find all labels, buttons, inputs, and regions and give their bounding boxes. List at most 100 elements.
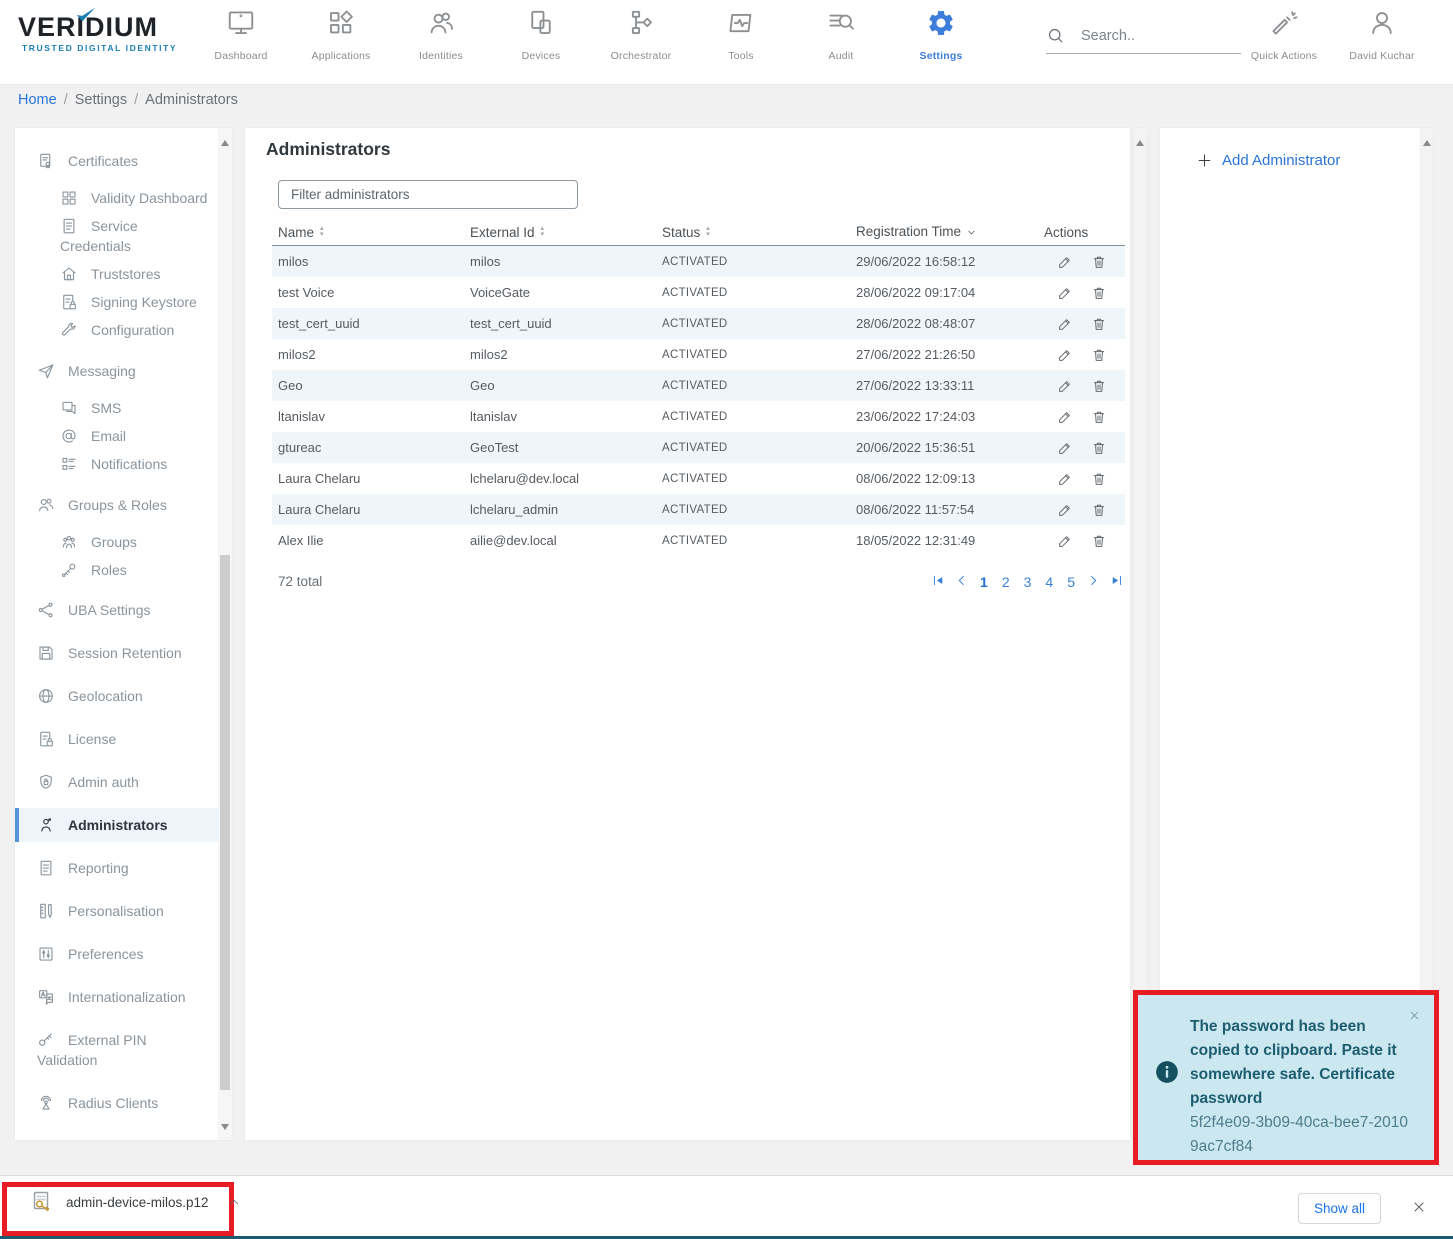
sidebar-item-session-retention[interactable]: Session Retention — [15, 636, 218, 670]
sidebar-item-radius-clients[interactable]: Radius Clients — [15, 1086, 218, 1120]
toast-close-icon[interactable] — [1408, 1009, 1421, 1022]
monitor-icon — [226, 8, 256, 38]
quick-actions-button[interactable]: Quick Actions — [1241, 8, 1327, 62]
downloaded-file-chip[interactable]: admin-device-milos.p12 — [30, 1190, 241, 1214]
breadcrumb-item-home[interactable]: Home — [18, 92, 57, 108]
row-actions — [1044, 378, 1125, 394]
sidebar-item-groups-roles[interactable]: Groups & Roles — [15, 488, 218, 522]
sidebar-scrollbar[interactable] — [218, 128, 232, 1140]
delete-button[interactable] — [1091, 285, 1107, 301]
column-header-registration-time[interactable]: Registration Time — [856, 224, 1044, 241]
search-input[interactable] — [1081, 28, 1231, 44]
cell-name: gtureac — [278, 440, 470, 455]
sidebar-item-roles[interactable]: Roles — [15, 556, 218, 584]
delete-button[interactable] — [1091, 471, 1107, 487]
edit-button[interactable] — [1057, 378, 1073, 394]
column-header-name[interactable]: Name▴▾ — [278, 225, 470, 240]
sidebar-item-truststores[interactable]: Truststores — [15, 260, 218, 288]
delete-button[interactable] — [1091, 533, 1107, 549]
sidebar-item-license[interactable]: License — [15, 722, 218, 756]
pagination-previous-page[interactable] — [953, 573, 970, 590]
sidebar-item-geolocation[interactable]: Geolocation — [15, 679, 218, 713]
sort-icon[interactable]: ▴▾ — [320, 226, 324, 238]
sidebar-item-groups[interactable]: Groups — [15, 528, 218, 556]
edit-button[interactable] — [1057, 471, 1073, 487]
download-options-caret-icon[interactable] — [227, 1195, 241, 1209]
detail-panel-scrollbar[interactable] — [1420, 128, 1433, 1140]
pagination-last-page[interactable] — [1108, 573, 1125, 590]
edit-button[interactable] — [1057, 285, 1073, 301]
sidebar-item-service-credentials[interactable]: Service Credentials — [15, 212, 218, 260]
delete-button[interactable] — [1091, 440, 1107, 456]
show-all-downloads-button[interactable]: Show all — [1298, 1193, 1381, 1224]
edit-button[interactable] — [1057, 316, 1073, 332]
nav-item-settings[interactable]: Settings — [902, 8, 980, 62]
sidebar-item-reporting[interactable]: Reporting — [15, 851, 218, 885]
filter-administrators-input[interactable] — [278, 180, 578, 209]
add-administrator-button[interactable]: Add Administrator — [1196, 152, 1340, 169]
edit-button[interactable] — [1057, 347, 1073, 363]
pagination-page-1[interactable]: 1 — [976, 574, 992, 590]
nav-item-identities[interactable]: Identities — [402, 8, 480, 62]
delete-button[interactable] — [1091, 316, 1107, 332]
sidebar-item-signing-keystore[interactable]: Signing Keystore — [15, 288, 218, 316]
sidebar-item-internationalization[interactable]: Internationalization — [15, 980, 218, 1014]
sidebar-item-sms[interactable]: SMS — [15, 394, 218, 422]
scroll-down-arrow[interactable] — [221, 1124, 229, 1130]
edit-button[interactable] — [1057, 409, 1073, 425]
nav-item-audit[interactable]: Audit — [802, 8, 880, 62]
scroll-up-arrow[interactable] — [1423, 140, 1431, 146]
edit-button[interactable] — [1057, 254, 1073, 270]
nav-item-orchestrator[interactable]: Orchestrator — [602, 8, 680, 62]
delete-button[interactable] — [1091, 347, 1107, 363]
sidebar-item-validity-dashboard[interactable]: Validity Dashboard — [15, 184, 218, 212]
sort-desc-icon[interactable] — [966, 226, 977, 241]
sort-icon[interactable]: ▴▾ — [541, 226, 545, 238]
sidebar-item-administrators[interactable]: Administrators — [15, 808, 218, 842]
sidebar-item-admin-auth[interactable]: Admin auth — [15, 765, 218, 799]
edit-button[interactable] — [1057, 533, 1073, 549]
downloads-bar-close-icon[interactable] — [1411, 1199, 1427, 1215]
edit-button[interactable] — [1057, 440, 1073, 456]
sidebar-item-label: Radius Clients — [68, 1095, 158, 1111]
pagination-page-2[interactable]: 2 — [998, 574, 1014, 590]
pagination-page-5[interactable]: 5 — [1063, 574, 1079, 590]
delete-button[interactable] — [1091, 378, 1107, 394]
pagination-first-page[interactable] — [930, 573, 947, 590]
sidebar-scroll-thumb[interactable] — [220, 555, 230, 1090]
page-title: Administrators — [266, 139, 390, 160]
edit-button[interactable] — [1057, 502, 1073, 518]
sidebar-item-uba-settings[interactable]: UBA Settings — [15, 593, 218, 627]
sidebar-item-external-pin-validation[interactable]: External PIN Validation — [15, 1023, 218, 1077]
sidebar-item-configuration[interactable]: Configuration — [15, 316, 218, 344]
edit-pencil-icon — [1057, 409, 1073, 425]
scroll-up-arrow[interactable] — [1136, 140, 1144, 146]
nav-item-applications[interactable]: Applications — [302, 8, 380, 62]
breadcrumb: Home/Settings/Administrators — [18, 92, 238, 108]
pagination-next-page[interactable] — [1085, 573, 1102, 590]
column-header-external-id[interactable]: External Id▴▾ — [470, 225, 662, 240]
sort-icon[interactable]: ▴▾ — [706, 226, 710, 238]
nav-item-dashboard[interactable]: Dashboard — [202, 8, 280, 62]
delete-button[interactable] — [1091, 502, 1107, 518]
column-header-status[interactable]: Status▴▾ — [662, 225, 856, 240]
scroll-up-arrow[interactable] — [221, 140, 229, 146]
sidebar-item-email[interactable]: Email — [15, 422, 218, 450]
delete-button[interactable] — [1091, 254, 1107, 270]
pagination-page-4[interactable]: 4 — [1041, 574, 1057, 590]
at-sign-icon — [60, 427, 78, 445]
content-scrollbar[interactable] — [1133, 128, 1147, 1140]
brand-logo[interactable]: VERIDIUM TRUSTED DIGITAL IDENTITY — [18, 12, 178, 53]
sidebar-item-notifications[interactable]: Notifications — [15, 450, 218, 478]
sidebar-item-personalisation[interactable]: Personalisation — [15, 894, 218, 928]
user-menu[interactable]: David Kuchar — [1339, 8, 1425, 62]
sidebar-item-messaging[interactable]: Messaging — [15, 354, 218, 388]
detail-panel: Add Administrator — [1160, 128, 1420, 1140]
sidebar-item-preferences[interactable]: Preferences — [15, 937, 218, 971]
pagination-page-3[interactable]: 3 — [1020, 574, 1036, 590]
shield-lock-icon — [37, 773, 55, 791]
delete-button[interactable] — [1091, 409, 1107, 425]
nav-item-devices[interactable]: Devices — [502, 8, 580, 62]
nav-item-tools[interactable]: Tools — [702, 8, 780, 62]
sidebar-item-certificates[interactable]: Certificates — [15, 144, 218, 178]
